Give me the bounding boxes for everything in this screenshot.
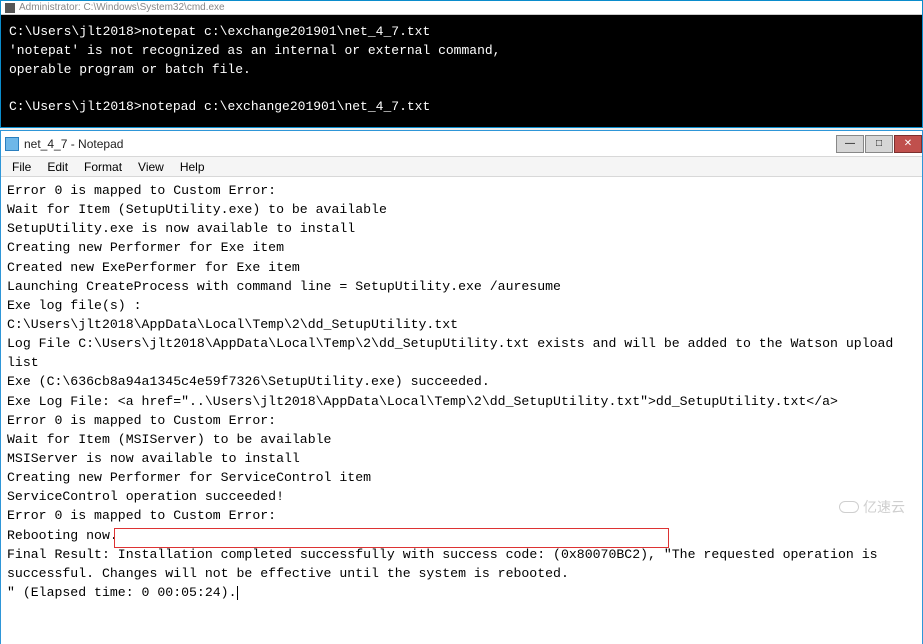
log-line: Log File C:\Users\jlt2018\AppData\Local\… — [7, 336, 901, 370]
log-line: Exe (C:\636cb8a94a1345c4e59f7326\SetupUt… — [7, 374, 490, 389]
log-line: Error 0 is mapped to Custom Error: — [7, 413, 276, 428]
final-result-highlight: Installation completed successfully with… — [118, 547, 664, 562]
log-line: Launching CreateProcess with command lin… — [7, 279, 561, 294]
cmd-title: Administrator: C:\Windows\System32\cmd.e… — [19, 2, 225, 13]
log-line: C:\Users\jlt2018\AppData\Local\Temp\2\dd… — [7, 317, 458, 332]
cmd-error-1: 'notepat' is not recognized as an intern… — [9, 43, 500, 58]
menu-help[interactable]: Help — [173, 158, 212, 176]
cmd-window: Administrator: C:\Windows\System32\cmd.e… — [0, 0, 923, 128]
log-line: Error 0 is mapped to Custom Error: — [7, 508, 276, 523]
cmd-command-1: notepat c:\exchange201901\net_4_7.txt — [142, 24, 431, 39]
cmd-prompt-2: C:\Users\jlt2018> — [9, 99, 142, 114]
cmd-error-2: operable program or batch file. — [9, 62, 251, 77]
cmd-content[interactable]: C:\Users\jlt2018>notepat c:\exchange2019… — [1, 15, 922, 125]
cmd-command-2: notepad c:\exchange201901\net_4_7.txt — [142, 99, 431, 114]
cmd-prompt-1: C:\Users\jlt2018> — [9, 24, 142, 39]
maximize-button[interactable]: □ — [865, 135, 893, 153]
menu-format[interactable]: Format — [77, 158, 129, 176]
notepad-icon — [5, 137, 19, 151]
log-line: ServiceControl operation succeeded! — [7, 489, 284, 504]
log-line: Error 0 is mapped to Custom Error: — [7, 183, 276, 198]
log-line: Created new ExePerformer for Exe item — [7, 260, 300, 275]
log-line: Wait for Item (SetupUtility.exe) to be a… — [7, 202, 387, 217]
notepad-text-area[interactable]: Error 0 is mapped to Custom Error: Wait … — [1, 177, 922, 644]
log-line: " (Elapsed time: 0 00:05:24). — [7, 585, 237, 600]
window-controls: — □ ✕ — [835, 135, 922, 153]
highlight-box — [114, 528, 669, 548]
menu-file[interactable]: File — [5, 158, 38, 176]
log-line: MSIServer is now available to install — [7, 451, 300, 466]
notepad-title: net_4_7 - Notepad — [24, 137, 123, 151]
final-result-prefix: Final Result: — [7, 547, 118, 562]
notepad-menubar: File Edit Format View Help — [1, 157, 922, 177]
log-line: SetupUtility.exe is now available to ins… — [7, 221, 355, 236]
log-line: Wait for Item (MSIServer) to be availabl… — [7, 432, 331, 447]
menu-view[interactable]: View — [131, 158, 171, 176]
log-line: Creating new Performer for Exe item — [7, 240, 284, 255]
notepad-window: net_4_7 - Notepad — □ ✕ File Edit Format… — [0, 130, 923, 644]
close-button[interactable]: ✕ — [894, 135, 922, 153]
log-line: Creating new Performer for ServiceContro… — [7, 470, 371, 485]
log-line: Exe log file(s) : — [7, 298, 142, 313]
log-line: Exe Log File: <a href="..\Users\jlt2018\… — [7, 394, 838, 409]
log-line: Rebooting now. — [7, 528, 118, 543]
minimize-button[interactable]: — — [836, 135, 864, 153]
cmd-titlebar: Administrator: C:\Windows\System32\cmd.e… — [1, 1, 922, 15]
cmd-icon — [5, 3, 15, 13]
notepad-titlebar[interactable]: net_4_7 - Notepad — □ ✕ — [1, 131, 922, 157]
text-cursor — [237, 586, 238, 600]
menu-edit[interactable]: Edit — [40, 158, 75, 176]
